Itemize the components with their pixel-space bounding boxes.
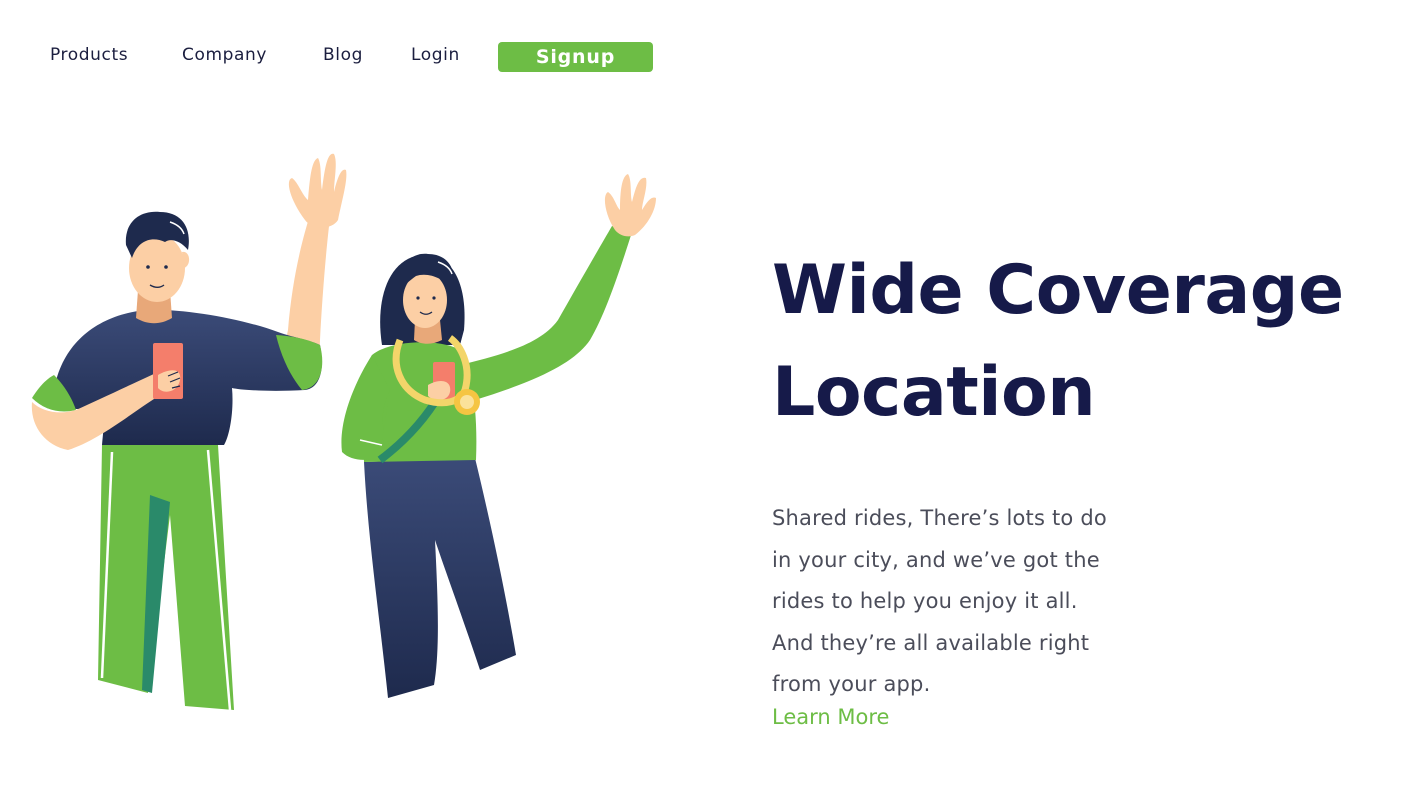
nav-login-link[interactable]: Login bbox=[411, 45, 460, 65]
hero-title: Wide Coverage Location bbox=[772, 240, 1344, 444]
man-figure bbox=[31, 153, 347, 711]
signup-button[interactable]: Signup bbox=[498, 42, 653, 72]
hero-description-line: Shared rides, There’s lots to do bbox=[772, 506, 1107, 530]
nav-products-link[interactable]: Products bbox=[50, 45, 128, 65]
hero-description-line: And they’re all available right bbox=[772, 630, 1090, 655]
woman-figure bbox=[341, 174, 656, 698]
learn-more-link[interactable]: Learn More bbox=[772, 705, 889, 729]
hero-description-line: from your app. bbox=[772, 672, 931, 696]
nav-company-link[interactable]: Company bbox=[182, 45, 267, 65]
top-nav: Products Company Blog Login Signup bbox=[0, 0, 700, 110]
people-waving-illustration bbox=[31, 153, 656, 711]
hero-title-line-1: Wide Coverage bbox=[772, 251, 1344, 330]
nav-blog-link[interactable]: Blog bbox=[323, 45, 363, 65]
hero-description-line: in your city, and we’ve got the bbox=[772, 547, 1100, 572]
hero-title-line-2: Location bbox=[772, 353, 1096, 432]
hero-description-line: rides to help you enjoy it all. bbox=[772, 589, 1078, 613]
hero-description: Shared rides, There’s lots to do in your… bbox=[772, 498, 1152, 706]
